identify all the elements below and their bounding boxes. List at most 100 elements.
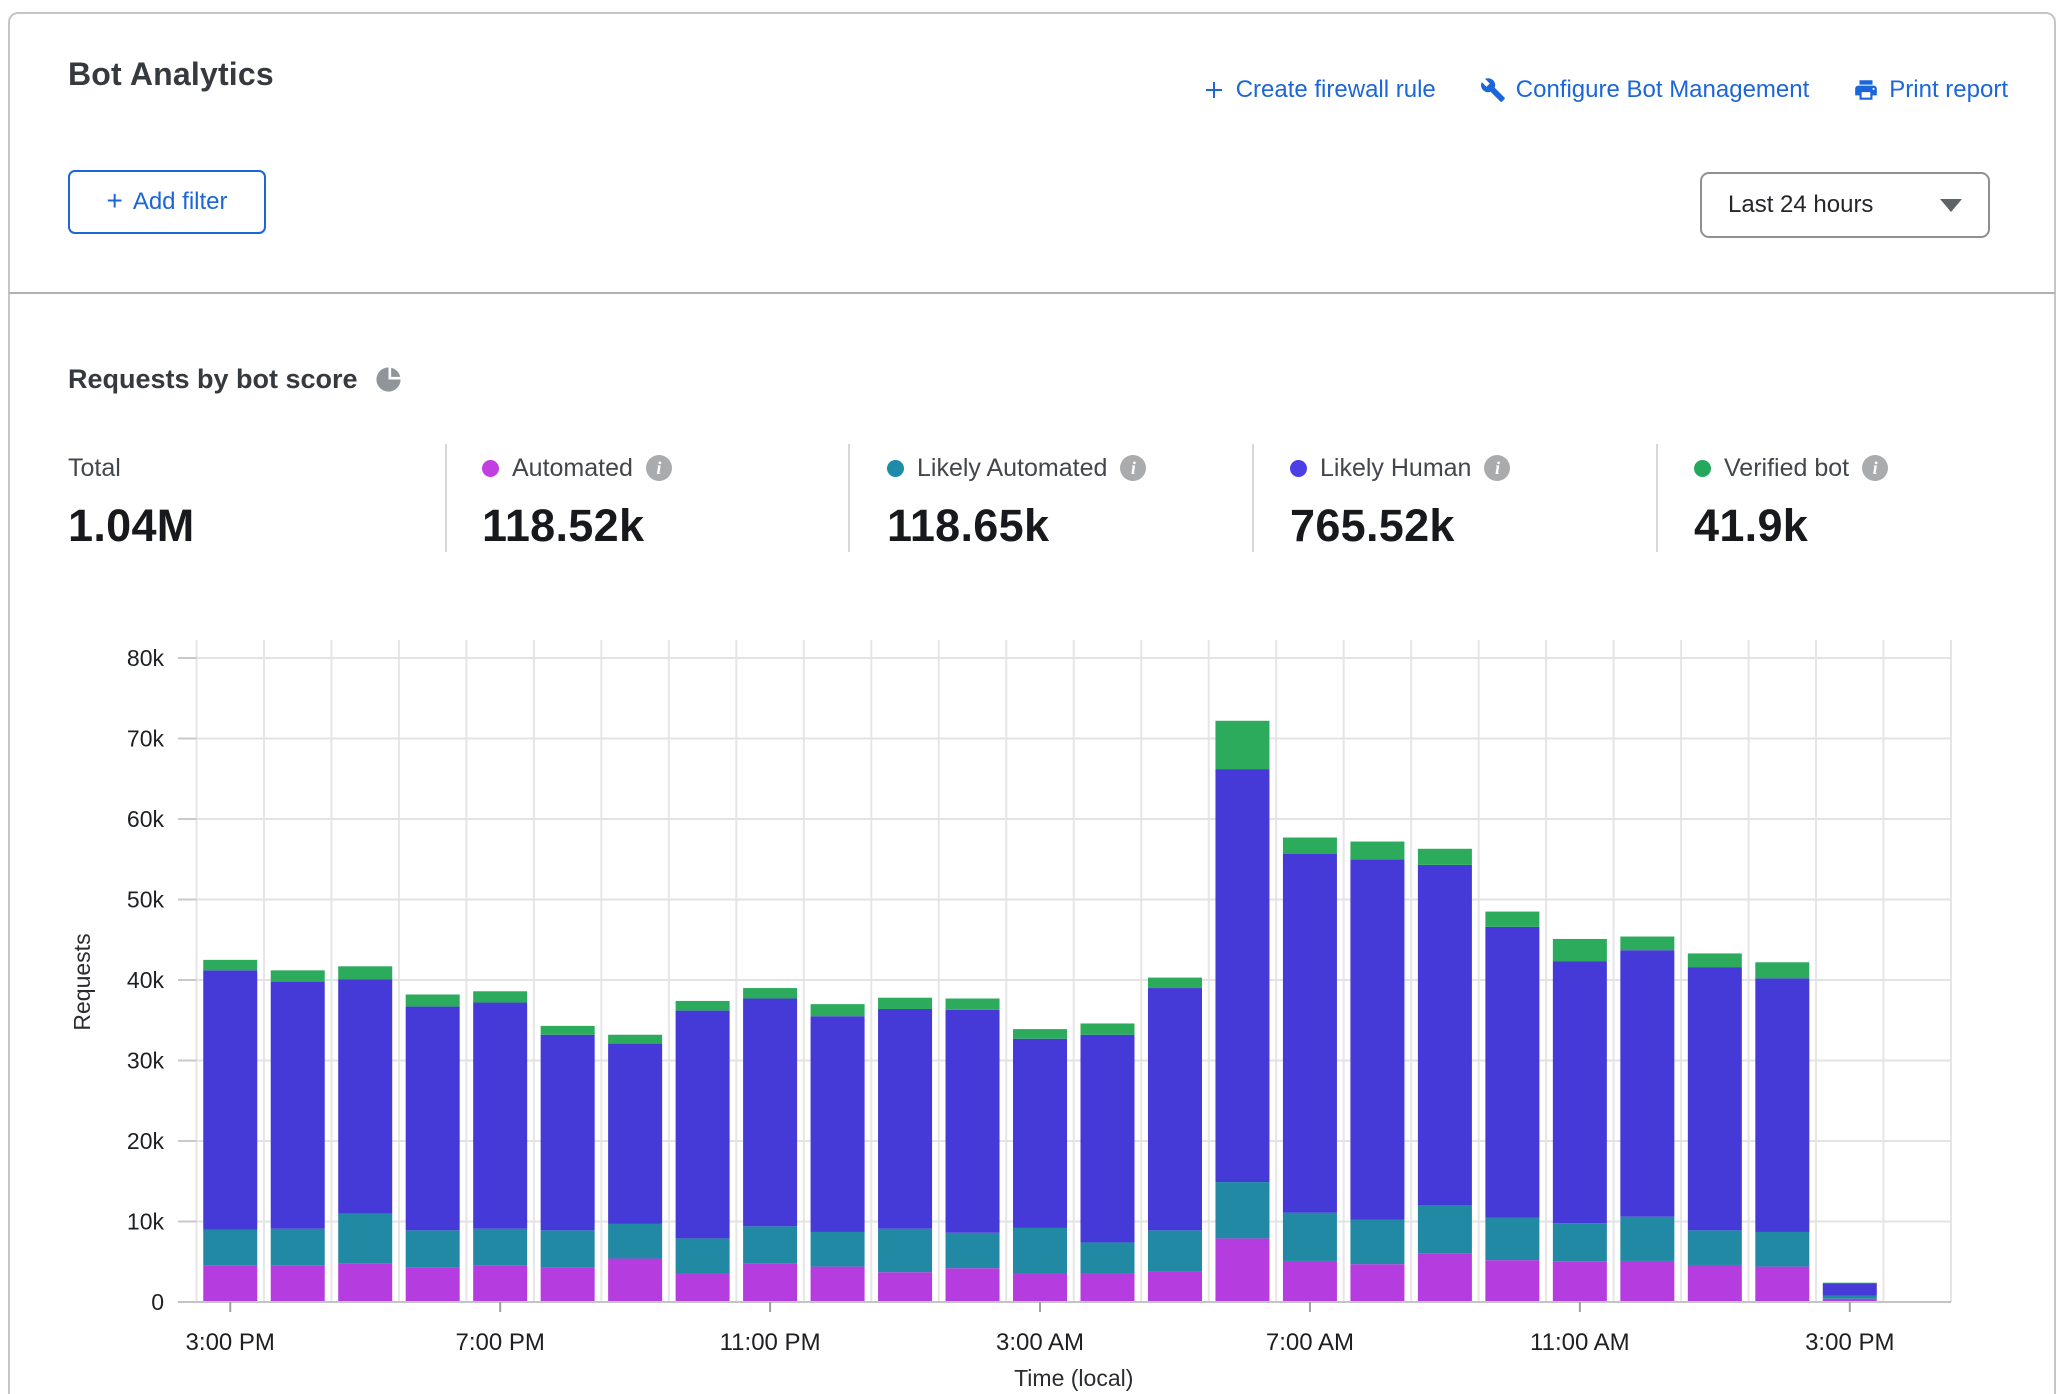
bar-segment-likely-human[interactable] <box>811 1016 865 1232</box>
bar-segment-likely-automated[interactable] <box>1081 1242 1135 1273</box>
bar-segment-likely-human[interactable] <box>1553 961 1607 1223</box>
bar-segment-likely-automated[interactable] <box>1620 1217 1674 1261</box>
bar-segment-verified-bot[interactable] <box>1620 937 1674 951</box>
bar-segment-likely-human[interactable] <box>743 999 797 1227</box>
bar-segment-verified-bot[interactable] <box>676 1001 730 1011</box>
bar-segment-verified-bot[interactable] <box>1823 1283 1877 1284</box>
bar-segment-likely-automated[interactable] <box>406 1230 460 1267</box>
bar-segment-automated[interactable] <box>1081 1273 1135 1302</box>
bar-segment-likely-automated[interactable] <box>608 1224 662 1259</box>
bar-segment-likely-automated[interactable] <box>473 1229 527 1266</box>
bar-segment-likely-human[interactable] <box>1215 769 1269 1182</box>
bar-segment-verified-bot[interactable] <box>406 994 460 1006</box>
bar-segment-likely-human[interactable] <box>946 1010 1000 1233</box>
bar-segment-likely-automated[interactable] <box>271 1229 325 1266</box>
bar-segment-likely-human[interactable] <box>878 1009 932 1229</box>
bar-segment-verified-bot[interactable] <box>1148 978 1202 988</box>
bar-segment-likely-automated[interactable] <box>1688 1230 1742 1265</box>
bar-segment-likely-automated[interactable] <box>203 1230 257 1266</box>
bar-segment-automated[interactable] <box>1148 1271 1202 1302</box>
bar-segment-automated[interactable] <box>811 1267 865 1302</box>
bar-segment-automated[interactable] <box>676 1273 730 1302</box>
bar-segment-automated[interactable] <box>743 1263 797 1302</box>
bar-segment-verified-bot[interactable] <box>811 1004 865 1016</box>
bar-segment-likely-automated[interactable] <box>811 1232 865 1267</box>
requests-by-bot-score-chart[interactable]: 010k20k30k40k50k60k70k80k3:00 PM7:00 PM1… <box>0 0 2070 1394</box>
bar-segment-automated[interactable] <box>338 1263 392 1302</box>
bar-segment-automated[interactable] <box>541 1267 595 1302</box>
bar-segment-likely-automated[interactable] <box>541 1230 595 1267</box>
bar-segment-automated[interactable] <box>1013 1273 1067 1302</box>
bar-segment-verified-bot[interactable] <box>1283 838 1337 854</box>
bar-segment-likely-human[interactable] <box>1148 988 1202 1230</box>
bar-segment-likely-automated[interactable] <box>1215 1182 1269 1238</box>
bar-segment-automated[interactable] <box>608 1259 662 1302</box>
bar-segment-verified-bot[interactable] <box>946 999 1000 1010</box>
bar-segment-likely-human[interactable] <box>1620 950 1674 1216</box>
bar-segment-likely-human[interactable] <box>541 1035 595 1231</box>
bar-segment-automated[interactable] <box>473 1266 527 1302</box>
bar-segment-likely-automated[interactable] <box>1755 1232 1809 1267</box>
bar-segment-likely-automated[interactable] <box>1350 1220 1404 1264</box>
bar-segment-likely-human[interactable] <box>1013 1039 1067 1228</box>
bar-segment-verified-bot[interactable] <box>1081 1023 1135 1034</box>
bar-segment-automated[interactable] <box>1485 1260 1539 1302</box>
bar-segment-verified-bot[interactable] <box>203 960 257 970</box>
bar-segment-likely-human[interactable] <box>1485 927 1539 1218</box>
bar-segment-verified-bot[interactable] <box>1215 721 1269 769</box>
bar-segment-likely-automated[interactable] <box>743 1226 797 1263</box>
bar-segment-likely-human[interactable] <box>1755 978 1809 1232</box>
bar-segment-likely-human[interactable] <box>1418 865 1472 1206</box>
bar-segment-automated[interactable] <box>1350 1264 1404 1302</box>
bar-segment-likely-human[interactable] <box>271 982 325 1229</box>
bar-segment-automated[interactable] <box>1283 1261 1337 1302</box>
bar-segment-automated[interactable] <box>203 1266 257 1302</box>
bar-segment-likely-automated[interactable] <box>1485 1217 1539 1260</box>
bar-segment-likely-human[interactable] <box>338 979 392 1213</box>
bar-segment-verified-bot[interactable] <box>541 1026 595 1035</box>
bar-segment-likely-automated[interactable] <box>1148 1230 1202 1271</box>
bar-segment-verified-bot[interactable] <box>271 970 325 981</box>
bar-segment-likely-automated[interactable] <box>1418 1205 1472 1253</box>
bar-segment-automated[interactable] <box>1755 1267 1809 1302</box>
bar-segment-likely-automated[interactable] <box>1013 1228 1067 1273</box>
bar-segment-likely-human[interactable] <box>676 1011 730 1239</box>
bar-segment-likely-human[interactable] <box>608 1044 662 1224</box>
bar-segment-automated[interactable] <box>1215 1238 1269 1302</box>
bar-segment-automated[interactable] <box>406 1267 460 1302</box>
bar-segment-likely-automated[interactable] <box>946 1233 1000 1268</box>
bar-segment-likely-human[interactable] <box>1350 859 1404 1220</box>
bar-segment-likely-automated[interactable] <box>676 1238 730 1273</box>
bar-segment-verified-bot[interactable] <box>1688 953 1742 967</box>
bar-segment-automated[interactable] <box>1688 1265 1742 1302</box>
bar-segment-verified-bot[interactable] <box>1485 912 1539 927</box>
bar-segment-automated[interactable] <box>1418 1254 1472 1302</box>
bar-segment-likely-automated[interactable] <box>1823 1296 1877 1299</box>
bar-segment-automated[interactable] <box>878 1272 932 1302</box>
bar-segment-likely-automated[interactable] <box>338 1213 392 1263</box>
bar-segment-verified-bot[interactable] <box>1418 849 1472 865</box>
bar-segment-likely-human[interactable] <box>1283 854 1337 1213</box>
bar-segment-verified-bot[interactable] <box>878 998 932 1009</box>
bar-segment-likely-human[interactable] <box>1081 1035 1135 1243</box>
bar-segment-likely-human[interactable] <box>1823 1283 1877 1295</box>
bar-segment-likely-automated[interactable] <box>878 1229 932 1272</box>
bar-segment-likely-human[interactable] <box>1688 967 1742 1230</box>
bar-segment-automated[interactable] <box>1620 1261 1674 1302</box>
bar-segment-verified-bot[interactable] <box>473 991 527 1002</box>
bar-segment-likely-automated[interactable] <box>1553 1223 1607 1262</box>
bar-segment-likely-human[interactable] <box>203 970 257 1229</box>
bar-segment-verified-bot[interactable] <box>1755 962 1809 978</box>
bar-segment-verified-bot[interactable] <box>1350 842 1404 860</box>
bar-segment-verified-bot[interactable] <box>608 1035 662 1044</box>
bar-segment-automated[interactable] <box>946 1268 1000 1302</box>
bar-segment-automated[interactable] <box>271 1266 325 1302</box>
bar-segment-likely-human[interactable] <box>473 1003 527 1229</box>
bar-segment-verified-bot[interactable] <box>1553 939 1607 962</box>
bar-segment-likely-human[interactable] <box>406 1007 460 1231</box>
bar-segment-verified-bot[interactable] <box>338 966 392 979</box>
bar-segment-verified-bot[interactable] <box>1013 1029 1067 1039</box>
bar-segment-verified-bot[interactable] <box>743 988 797 998</box>
bar-segment-likely-automated[interactable] <box>1283 1213 1337 1261</box>
bar-segment-automated[interactable] <box>1553 1262 1607 1302</box>
